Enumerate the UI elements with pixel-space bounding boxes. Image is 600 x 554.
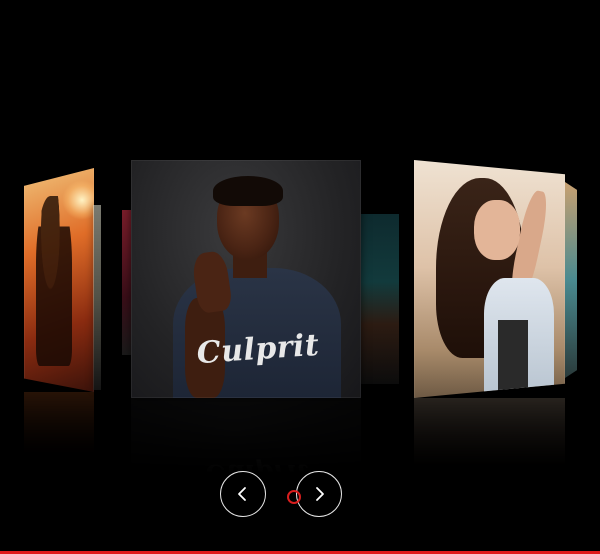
- next-slide-button[interactable]: [296, 471, 342, 517]
- slide-active-man-culprit[interactable]: Culprit: [131, 160, 361, 398]
- slide-far-right[interactable]: [565, 182, 577, 378]
- slide-sunset-silhouette[interactable]: [24, 168, 94, 392]
- slide-reflection: [24, 392, 94, 482]
- coverflow-carousel: Culprit Culprit: [0, 0, 600, 554]
- slide-hidden-right[interactable]: [361, 214, 399, 384]
- slide-reflection: [414, 398, 565, 498]
- cursor-indicator: [287, 490, 301, 504]
- chevron-left-icon: [238, 487, 246, 501]
- slide-hidden-left-1[interactable]: [93, 205, 101, 390]
- slide-woman-long-hair[interactable]: [414, 160, 565, 398]
- chevron-right-icon: [316, 487, 324, 501]
- prev-slide-button[interactable]: [220, 471, 266, 517]
